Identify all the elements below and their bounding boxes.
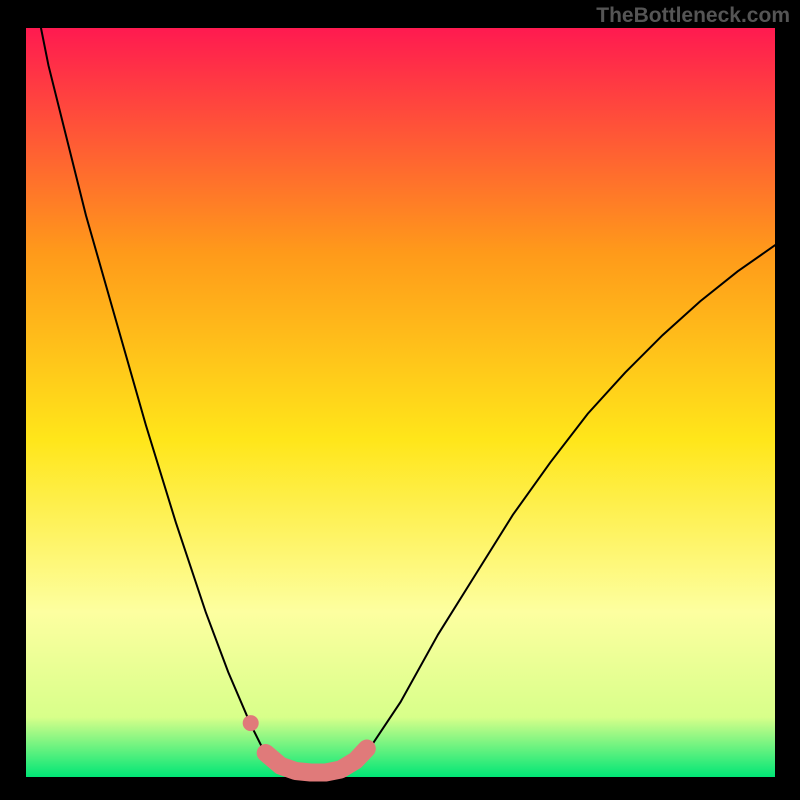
chart-container: TheBottleneck.com [0, 0, 800, 800]
attribution-label: TheBottleneck.com [596, 4, 790, 28]
gradient-background [26, 28, 775, 777]
highlight-dot [243, 715, 259, 731]
bottleneck-plot [0, 0, 800, 800]
